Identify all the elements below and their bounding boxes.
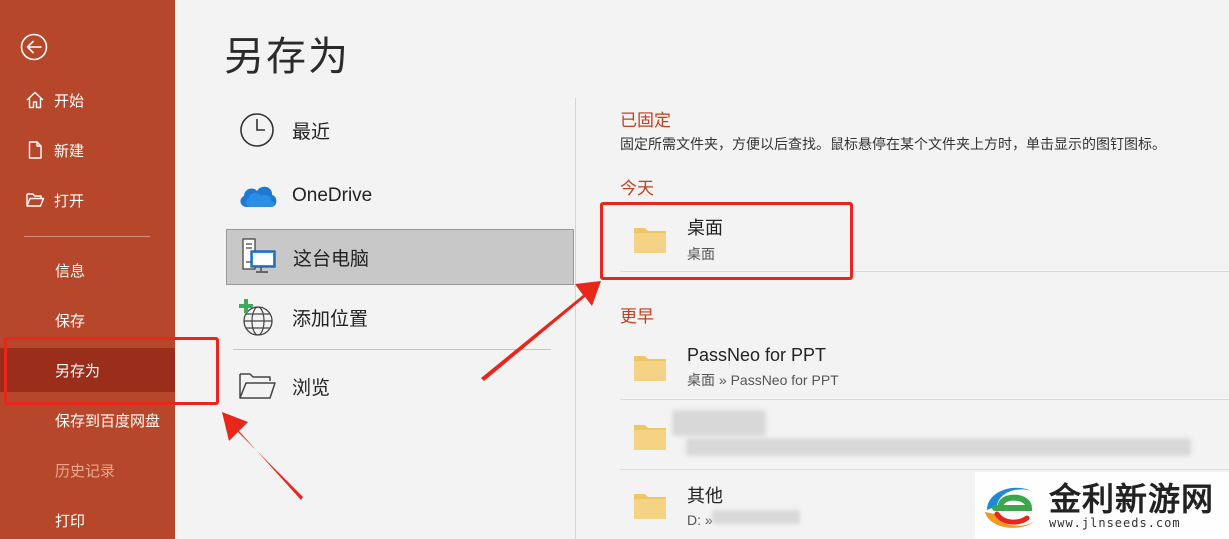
watermark-logo-icon xyxy=(985,487,1037,528)
arrow-to-save-as xyxy=(222,412,303,500)
watermark-url: www.jlnseeds.com xyxy=(1049,515,1181,530)
watermark: 金利新游网 www.jlnseeds.com xyxy=(975,472,1229,539)
annotation-arrows xyxy=(222,281,601,500)
watermark-brand: 金利新游网 xyxy=(1049,479,1215,518)
arrow-to-desktop xyxy=(481,281,601,381)
